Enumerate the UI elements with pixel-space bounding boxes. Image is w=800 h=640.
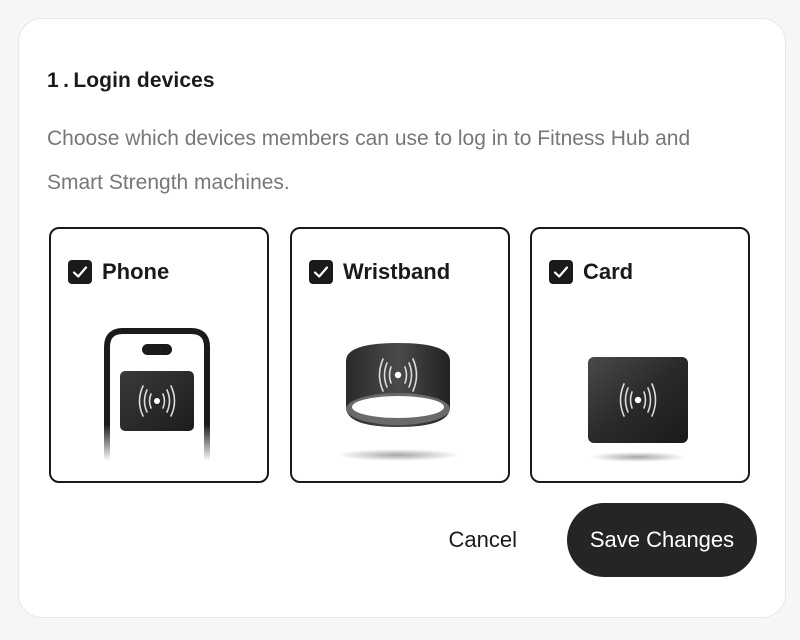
save-changes-button[interactable]: Save Changes [567, 503, 757, 577]
wristband-label: Wristband [343, 259, 451, 284]
card-checkbox-row[interactable]: Card [549, 259, 633, 285]
section-description: Choose which devices members can use to … [47, 127, 691, 194]
phone-checkbox[interactable] [68, 260, 92, 284]
checkmark-icon [553, 266, 569, 278]
card-checkbox[interactable] [549, 260, 573, 284]
device-option-card[interactable]: Card [530, 227, 750, 483]
action-bar: Cancel Save Changes [449, 503, 757, 577]
checkmark-icon [72, 266, 88, 278]
device-option-wristband[interactable]: Wristband [290, 227, 510, 483]
phone-checkbox-row[interactable]: Phone [68, 259, 169, 285]
phone-label: Phone [102, 259, 170, 284]
device-option-phone[interactable]: Phone [49, 227, 269, 483]
login-devices-panel: 1 . Login devices Choose which devices m… [18, 18, 786, 618]
wristband-checkbox-row[interactable]: Wristband [309, 259, 450, 285]
card-nfc-icon [588, 357, 688, 462]
phone-nfc-icon [104, 328, 210, 461]
section-title: 1 . Login devices [47, 69, 215, 92]
checkmark-icon [313, 266, 329, 278]
card-label: Card [583, 259, 634, 284]
cancel-button[interactable]: Cancel [449, 527, 517, 553]
wristband-checkbox[interactable] [309, 260, 333, 284]
wristband-nfc-icon [336, 343, 460, 461]
